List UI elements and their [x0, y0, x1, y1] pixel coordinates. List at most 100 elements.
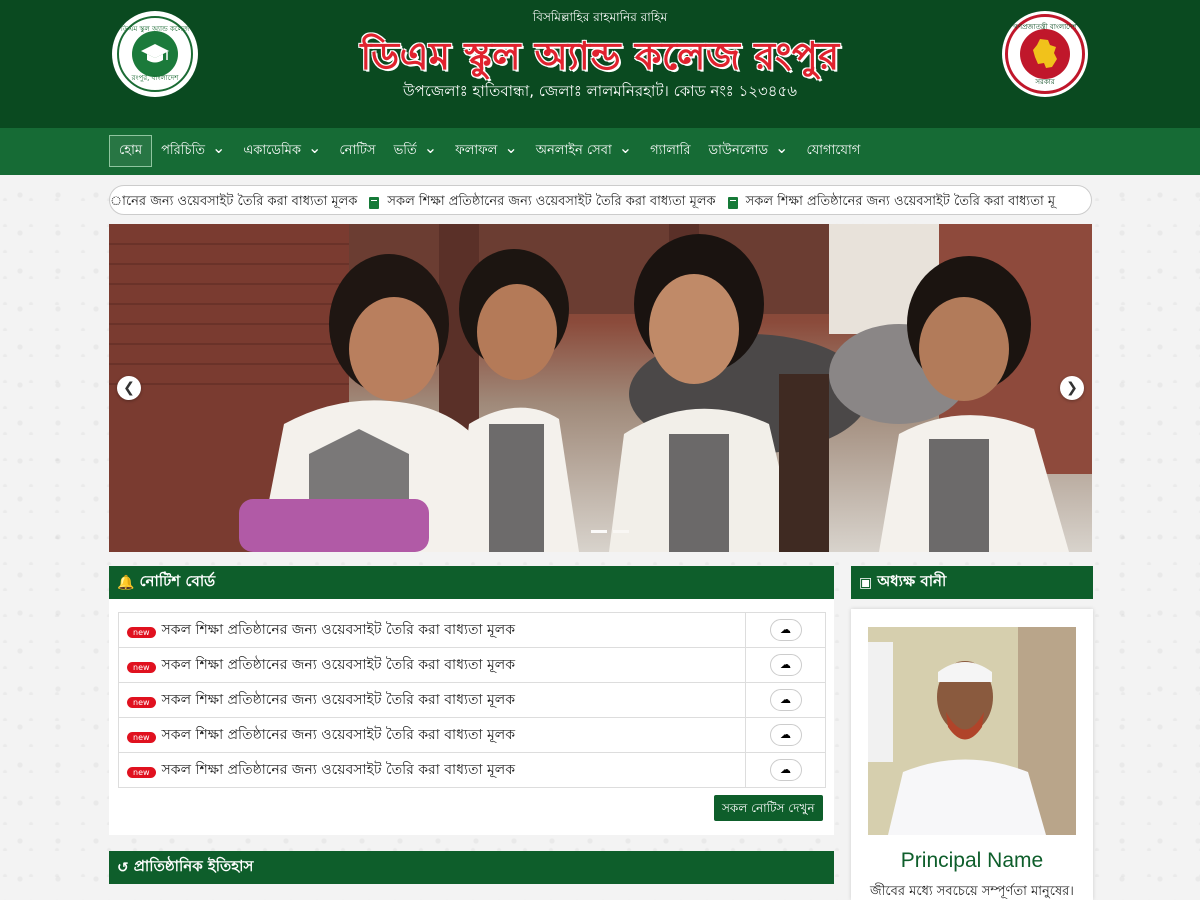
notice-board-title: নোটিশ বোর্ড	[139, 572, 216, 590]
chevron-down-icon: ⌄	[504, 137, 518, 157]
slider-dot[interactable]	[591, 530, 607, 533]
government-seal-ring: গণপ্রজাতন্ত্রী বাংলাদেশ সরকার	[1005, 14, 1085, 94]
notice-download-cell: ☁	[745, 717, 826, 753]
notice-row: new সকল শিক্ষা প্রতিষ্ঠানের জন্য ওয়েবসাই…	[118, 647, 826, 683]
download-button[interactable]: ☁	[769, 689, 802, 711]
all-notices-button[interactable]: সকল নোটিস দেখুন	[714, 795, 823, 821]
notice-title-cell: new সকল শিক্ষা প্রতিষ্ঠানের জন্য ওয়েবসাই…	[118, 647, 746, 683]
cloud-download-icon: ☁	[780, 658, 791, 671]
principal-message-header: ▣ অধ্যক্ষ বানী	[851, 566, 1093, 599]
nav-item-label: ভর্তি	[393, 142, 417, 158]
cloud-download-icon: ☁	[780, 728, 791, 741]
chevron-down-icon: ⌄	[212, 137, 226, 157]
teacher-icon: ▣	[859, 574, 873, 591]
notice-download-cell: ☁	[745, 682, 826, 718]
nav-item[interactable]: ভর্তি ⌄	[385, 135, 447, 167]
notice-download-cell: ☁	[745, 647, 826, 683]
nav-item-label: যোগাযোগ	[806, 142, 861, 158]
slider-dot[interactable]	[613, 530, 629, 533]
nav-item-label: গ্যালারি	[650, 142, 691, 158]
notice-row: new সকল শিক্ষা প্রতিষ্ঠানের জন্য ওয়েবসাই…	[118, 752, 826, 788]
nav-item[interactable]: গ্যালারি	[641, 135, 699, 167]
notice-title-cell: new সকল শিক্ষা প্রতিষ্ঠানের জন্য ওয়েবসাই…	[118, 717, 746, 753]
download-button[interactable]: ☁	[769, 619, 802, 641]
notice-row: new সকল শিক্ষা প্রতিষ্ঠানের জন্য ওয়েবসাই…	[118, 682, 826, 718]
notice-title-link[interactable]: সকল শিক্ষা প্রতিষ্ঠানের জন্য ওয়েবসাইট ত…	[162, 692, 515, 708]
notice-table: new সকল শিক্ষা প্রতিষ্ঠানের জন্য ওয়েবসাই…	[118, 612, 826, 788]
cloud-download-icon: ☁	[780, 623, 791, 636]
nav-item-label: হোম	[119, 142, 143, 158]
site-header: ডিএম স্কুল অ্যান্ড কলেজ রংপুর, বাংলাদেশ …	[0, 0, 1200, 128]
government-seal: গণপ্রজাতন্ত্রী বাংলাদেশ সরকার	[1002, 11, 1088, 97]
download-button[interactable]: ☁	[769, 724, 802, 746]
download-button[interactable]: ☁	[769, 759, 802, 781]
notice-title-link[interactable]: সকল শিক্ষা প্রতিষ্ঠানের জন্য ওয়েবসাইট ত…	[162, 622, 515, 638]
slider-next-button[interactable]: ❯	[1060, 376, 1084, 400]
history-title: প্রাতিষ্ঠানিক ইতিহাস	[133, 857, 254, 875]
nav-item[interactable]: যোগাযোগ	[797, 135, 869, 167]
chevron-down-icon: ⌄	[308, 137, 322, 157]
ticker-item[interactable]: সকল শিক্ষা প্রতিষ্ঠানের জন্য ওয়েবসাইট ত…	[369, 192, 716, 213]
principal-photo	[868, 627, 1076, 835]
nav-item-label: একাডেমিক	[243, 142, 301, 158]
bangladesh-map-icon	[1020, 29, 1070, 79]
cloud-download-icon: ☁	[780, 763, 791, 776]
ticker-item[interactable]: ানের জন্য ওয়েবসাইট তৈরি করা বাধ্যতা মূল…	[110, 192, 357, 213]
cloud-download-icon: ☁	[780, 693, 791, 706]
notice-title-link[interactable]: সকল শিক্ষা প্রতিষ্ঠানের জন্য ওয়েবসাইট ত…	[162, 657, 515, 673]
history-icon: ↺	[117, 859, 129, 876]
new-badge: new	[127, 696, 156, 708]
nav-list: হোম পরিচিতি ⌄ একাডেমিক ⌄ নোটিস ভর্তি ⌄ ফলাফল ⌄ অনল…	[109, 135, 869, 167]
slide-image-students	[109, 224, 1092, 552]
chevron-right-icon: ❯	[1066, 380, 1078, 396]
ticker-item[interactable]: সকল শিক্ষা প্রতিষ্ঠানের জন্য ওয়েবসাইট ত…	[727, 192, 1055, 213]
nav-item[interactable]: নোটিস	[330, 135, 384, 167]
new-badge: new	[127, 661, 156, 673]
history-header: ↺ প্রাতিষ্ঠানিক ইতিহাস	[109, 851, 834, 884]
new-badge: new	[127, 766, 156, 778]
new-badge: new	[127, 731, 156, 743]
seal-bottom-text: সরকার	[1035, 78, 1055, 86]
ticker-item-text: ানের জন্য ওয়েবসাইট তৈরি করা বাধ্যতা মূল…	[110, 194, 358, 209]
nav-item[interactable]: একাডেমিক ⌄	[234, 135, 330, 167]
notice-title-cell: new সকল শিক্ষা প্রতিষ্ঠানের জন্য ওয়েবসাই…	[118, 682, 746, 718]
nav-item-label: ফলাফল	[455, 142, 498, 158]
nav-item[interactable]: ফলাফল ⌄	[446, 135, 527, 167]
chevron-down-icon: ⌄	[618, 137, 633, 157]
notice-row: new সকল শিক্ষা প্রতিষ্ঠানের জন্য ওয়েবসাই…	[118, 717, 826, 753]
notice-title-cell: new সকল শিক্ষা প্রতিষ্ঠানের জন্য ওয়েবসাই…	[118, 612, 746, 648]
notice-download-cell: ☁	[745, 612, 826, 648]
notice-title-link[interactable]: সকল শিক্ষা প্রতিষ্ঠানের জন্য ওয়েবসাইট ত…	[162, 762, 515, 778]
download-button[interactable]: ☁	[769, 654, 802, 676]
principal-message-title: অধ্যক্ষ বানী	[877, 572, 947, 590]
news-ticker-track: ানের জন্য ওয়েবসাইট তৈরি করা বাধ্যতা মূল…	[110, 192, 1067, 213]
notice-title-link[interactable]: সকল শিক্ষা প্রতিষ্ঠানের জন্য ওয়েবসাইট ত…	[162, 727, 515, 743]
chevron-down-icon: ⌄	[423, 137, 438, 157]
image-slider[interactable]: ❮ ❯	[109, 224, 1092, 552]
seal-top-text: গণপ্রজাতন্ত্রী বাংলাদেশ	[1013, 23, 1077, 31]
principal-card: Principal Name জীবের মধ্যে সবচেয়ে সম্পূ…	[851, 609, 1093, 900]
bell-icon: 🔔	[117, 574, 135, 591]
principal-quote: জীবের মধ্যে সবচেয়ে সম্পূর্ণতা মানুষের।	[870, 884, 1074, 899]
nav-item-label: পরিচিতি	[161, 142, 205, 158]
nav-item-label: অনলাইন সেবা	[535, 142, 612, 158]
notice-download-cell: ☁	[745, 752, 826, 788]
nav-item[interactable]: হোম	[109, 135, 153, 167]
nav-item[interactable]: পরিচিতি ⌄	[152, 135, 234, 167]
news-ticker: ানের জন্য ওয়েবসাইট তৈরি করা বাধ্যতা মূল…	[109, 185, 1092, 215]
chevron-down-icon: ⌄	[775, 137, 789, 157]
slider-prev-button[interactable]: ❮	[117, 376, 141, 400]
notice-board-header: 🔔 নোটিশ বোর্ড	[109, 566, 834, 599]
notice-row: new সকল শিক্ষা প্রতিষ্ঠানের জন্য ওয়েবসাই…	[118, 612, 826, 648]
nav-item[interactable]: ডাউনলোড ⌄	[700, 135, 798, 167]
nav-item-label: ডাউনলোড	[708, 142, 769, 158]
nav-item[interactable]: অনলাইন সেবা ⌄	[527, 135, 641, 167]
ticker-item-text: সকল শিক্ষা প্রতিষ্ঠানের জন্য ওয়েবসাইট ত…	[387, 194, 716, 209]
slider-indicators	[591, 530, 629, 533]
main-navigation: হোম পরিচিতি ⌄ একাডেমিক ⌄ নোটিস ভর্তি ⌄ ফলাফল ⌄ অনল…	[0, 128, 1200, 175]
notice-board-body: new সকল শিক্ষা প্রতিষ্ঠানের জন্য ওয়েবসাই…	[109, 599, 834, 835]
notice-title-cell: new সকল শিক্ষা প্রতিষ্ঠানের জন্য ওয়েবসাই…	[118, 752, 746, 788]
new-badge: new	[127, 626, 156, 638]
nav-item-label: নোটিস	[339, 142, 376, 158]
book-icon	[727, 196, 738, 209]
